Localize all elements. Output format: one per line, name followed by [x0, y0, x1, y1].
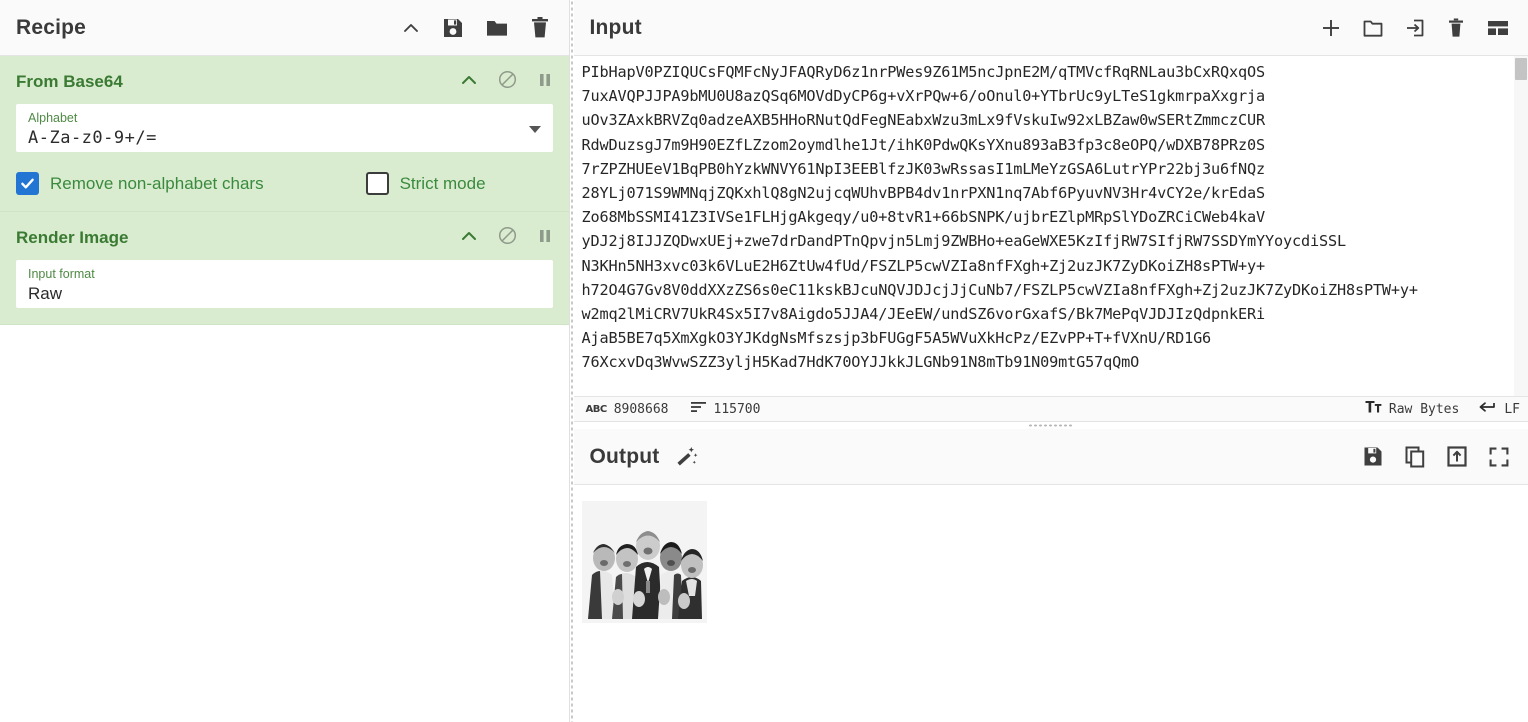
output-header: Output	[573, 429, 1528, 485]
input-editor[interactable]: PIbHapV0PZIQUCsFQMFcNyJFAQRyD6z1nrPWes9Z…	[573, 56, 1528, 396]
recipe-title: Recipe	[16, 15, 87, 39]
output-body	[573, 485, 1528, 722]
rendered-output-image	[581, 501, 707, 623]
input-format-label: Input format	[28, 267, 95, 281]
line-count: 115700	[690, 401, 761, 417]
line-ending[interactable]: LF	[1477, 400, 1520, 418]
input-header-icons	[1320, 17, 1510, 39]
pause-breakpoint-icon[interactable]	[537, 71, 553, 94]
tab-layout-icon[interactable]	[1486, 18, 1510, 38]
io-splitter[interactable]	[573, 422, 1528, 429]
alphabet-argument[interactable]: Alphabet A-Za-z0-9+/=	[16, 104, 553, 152]
recipe-operation-render-image[interactable]: Render Image Input format Raw	[0, 212, 569, 325]
recipe-operation-from-base64[interactable]: From Base64 Alphabet A-Za-z0-9+/= Remove…	[0, 56, 569, 212]
input-title: Input	[589, 15, 642, 39]
character-count-value: 8908668	[613, 401, 669, 417]
remove-non-alphabet-chars-label: Remove non-alphabet chars	[50, 173, 264, 193]
input-format-argument[interactable]: Input format Raw	[16, 260, 553, 308]
clear-recipe-icon[interactable]	[529, 16, 551, 40]
operation-controls	[460, 70, 553, 94]
operation-header: Render Image	[16, 222, 553, 254]
clear-input-icon[interactable]	[1446, 17, 1466, 39]
recipe-operation-list[interactable]: From Base64 Alphabet A-Za-z0-9+/= Remove…	[0, 56, 569, 325]
replace-input-icon[interactable]	[1446, 445, 1468, 468]
splitter-grip-dots	[1027, 424, 1074, 427]
line-ending-value: LF	[1504, 401, 1520, 417]
load-recipe-icon[interactable]	[485, 16, 509, 40]
maximise-output-icon[interactable]	[1488, 446, 1510, 468]
character-count: ABC 8908668	[586, 402, 669, 417]
lines-icon	[690, 401, 707, 417]
input-vertical-scrollbar[interactable]	[1514, 56, 1528, 396]
operation-title: Render Image	[16, 228, 129, 247]
alphabet-value: A-Za-z0-9+/=	[28, 128, 157, 148]
add-input-tab-icon[interactable]	[1320, 17, 1342, 39]
line-ending-icon	[1477, 400, 1497, 418]
operation-title: From Base64	[16, 72, 123, 91]
copy-output-icon[interactable]	[1404, 445, 1426, 468]
base64-checkbox-row: Remove non-alphabet chars Strict mode	[16, 172, 553, 195]
checkbox-checked-icon	[16, 172, 39, 195]
op-collapse-icon[interactable]	[460, 228, 478, 249]
recipe-header: Recipe	[0, 0, 569, 56]
input-section: Input PIbHapV0PZIQUCsFQMFcNyJFAQRyD6z1nr…	[573, 0, 1528, 422]
output-header-icons	[1362, 445, 1510, 468]
scrollbar-thumb[interactable]	[1515, 58, 1527, 80]
cyberchef-app: Recipe From Base64 Alphabet A-Za-z0-9+/=…	[0, 0, 1528, 722]
chevron-down-icon[interactable]	[528, 126, 541, 133]
input-header: Input	[573, 0, 1528, 56]
text-format-icon	[1365, 400, 1382, 418]
input-encoding[interactable]: Raw Bytes	[1365, 400, 1459, 418]
operation-header: From Base64	[16, 66, 553, 98]
io-pane: Input PIbHapV0PZIQUCsFQMFcNyJFAQRyD6z1nr…	[573, 0, 1528, 722]
operation-controls	[460, 226, 553, 250]
recipe-pane: Recipe From Base64 Alphabet A-Za-z0-9+/=…	[0, 0, 570, 722]
magic-wand-icon[interactable]	[674, 444, 699, 469]
pause-breakpoint-icon[interactable]	[537, 227, 553, 250]
output-title: Output	[589, 444, 660, 468]
collapse-chevron-icon[interactable]	[401, 18, 421, 38]
open-folder-icon[interactable]	[1362, 17, 1384, 39]
disable-operation-icon[interactable]	[498, 226, 517, 250]
op-collapse-icon[interactable]	[460, 72, 478, 93]
input-format-value: Raw	[28, 284, 63, 303]
save-recipe-icon[interactable]	[441, 16, 465, 40]
line-count-value: 115700	[713, 401, 761, 417]
strict-mode-label: Strict mode	[399, 173, 486, 193]
remove-non-alphabet-chars-checkbox[interactable]: Remove non-alphabet chars	[16, 172, 264, 195]
save-output-icon[interactable]	[1362, 445, 1384, 468]
recipe-header-icons	[401, 16, 551, 40]
input-text-content[interactable]: PIbHapV0PZIQUCsFQMFcNyJFAQRyD6z1nrPWes9Z…	[574, 56, 1528, 375]
disable-operation-icon[interactable]	[498, 70, 517, 94]
strict-mode-checkbox[interactable]: Strict mode	[365, 172, 486, 195]
input-encoding-value: Raw Bytes	[1388, 401, 1460, 417]
abc-icon: ABC	[585, 403, 608, 415]
status-bar-right: Raw Bytes LF	[1365, 400, 1520, 418]
input-status-bar: ABC 8908668 115700 Raw Bytes LF	[573, 396, 1528, 422]
alphabet-label: Alphabet	[28, 111, 78, 125]
checkbox-unchecked-icon	[365, 172, 389, 195]
output-title-wrap: Output	[590, 444, 699, 469]
open-file-as-input-icon[interactable]	[1404, 17, 1426, 39]
output-section: Output	[573, 429, 1528, 722]
